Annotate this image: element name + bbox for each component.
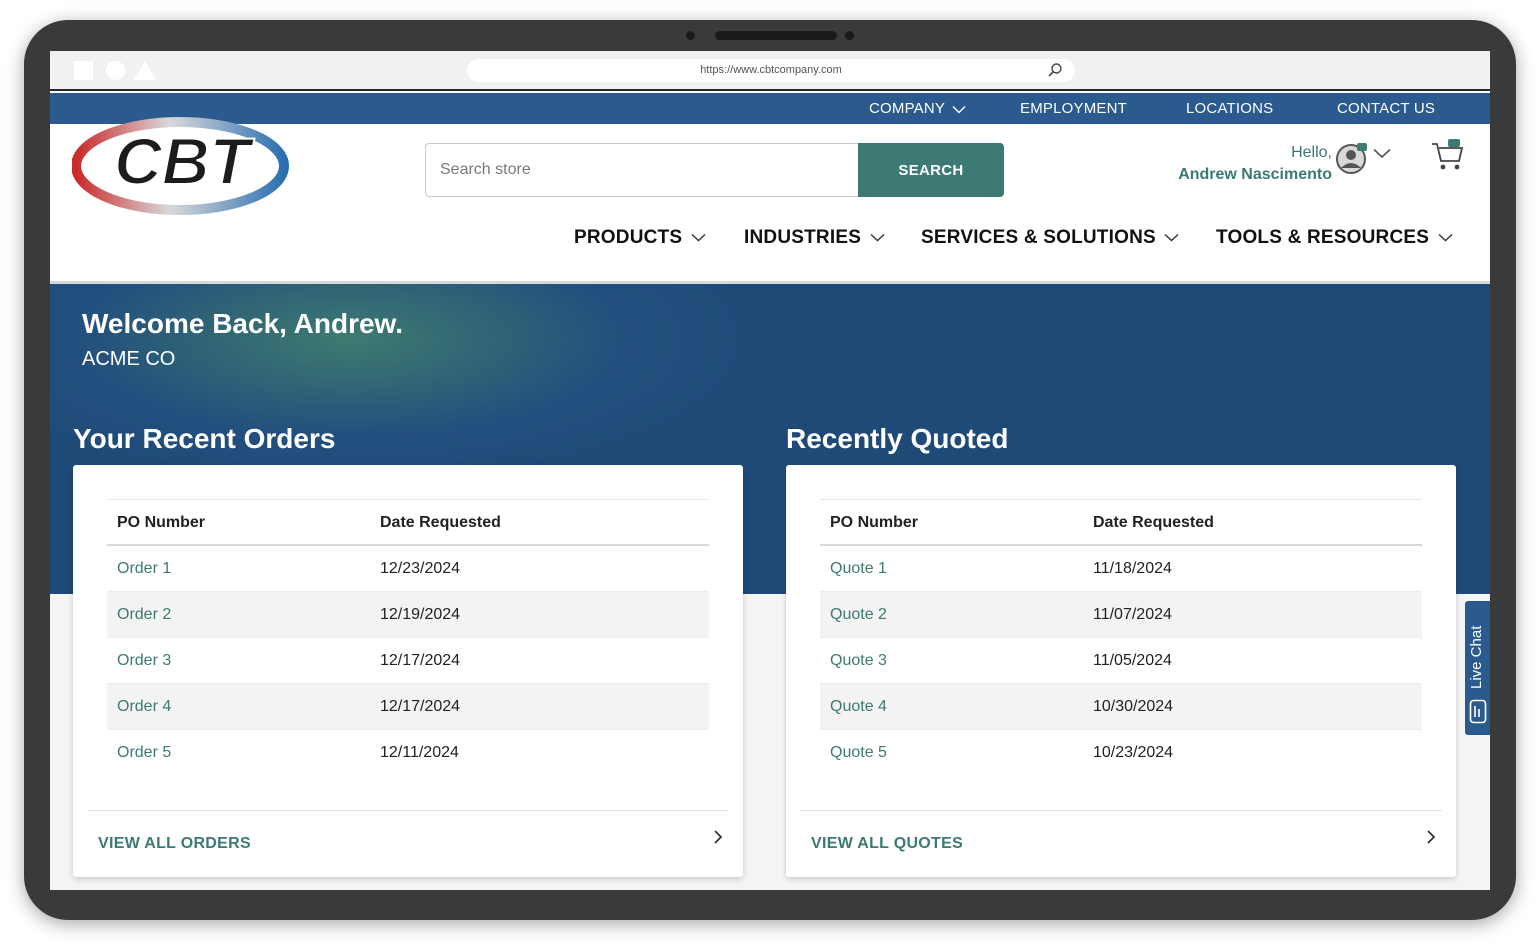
top-nav-company[interactable]: COMPANY [869, 93, 966, 124]
top-nav-contact[interactable]: CONTACT US [1337, 93, 1435, 124]
nav-products[interactable]: PRODUCTS [574, 227, 706, 257]
chevron-down-icon [691, 234, 706, 242]
divider [87, 810, 729, 811]
quote-link[interactable]: Quote 3 [830, 638, 887, 684]
quote-link[interactable]: Quote 1 [830, 546, 887, 592]
camera-dot-left [686, 31, 695, 40]
table-row: Quote 3 11/05/2024 [820, 638, 1422, 684]
account-greeting[interactable]: Hello, Andrew Nascimento [1178, 142, 1332, 186]
triangle-icon[interactable] [134, 61, 156, 80]
chat-icon [1469, 699, 1487, 724]
nav-services-label: SERVICES & SOLUTIONS [921, 227, 1156, 248]
table-row: Quote 5 10/23/2024 [820, 730, 1422, 776]
top-nav-employment[interactable]: EMPLOYMENT [1020, 93, 1127, 124]
table-row: Order 3 12/17/2024 [107, 638, 709, 684]
screen: https://www.cbtcompany.com COMPANY EMPLO… [50, 51, 1490, 890]
quote-date: 10/23/2024 [1093, 744, 1174, 761]
quote-date: 11/05/2024 [1093, 652, 1172, 669]
circle-icon[interactable] [106, 61, 125, 80]
order-date: 12/17/2024 [380, 652, 461, 669]
search-icon[interactable] [1047, 62, 1063, 78]
table-header: PO Number Date Requested [107, 500, 709, 546]
quote-link[interactable]: Quote 4 [830, 684, 887, 730]
divider [800, 810, 1442, 811]
quote-link[interactable]: Quote 2 [830, 592, 887, 638]
recently-quoted-card: PO Number Date Requested Quote 1 11/18/2… [786, 465, 1456, 877]
cbt-logo[interactable]: CBT [72, 112, 290, 218]
live-chat-label: Live Chat [1468, 625, 1485, 689]
table-row: Order 4 12/17/2024 [107, 684, 709, 730]
search-button[interactable]: SEARCH [858, 143, 1004, 197]
top-nav-company-label: COMPANY [869, 100, 945, 117]
chevron-down-icon [1438, 234, 1453, 242]
column-header-po: PO Number [830, 514, 919, 531]
top-nav-locations[interactable]: LOCATIONS [1186, 93, 1273, 124]
order-date: 12/23/2024 [380, 560, 461, 577]
recent-orders-card: PO Number Date Requested Order 1 12/23/2… [73, 465, 743, 877]
order-link[interactable]: Order 2 [117, 592, 171, 638]
account-name: Andrew Nascimento [1178, 166, 1332, 183]
company-name: ACME CO [82, 348, 176, 370]
order-link[interactable]: Order 5 [117, 730, 171, 776]
order-date: 12/11/2024 [380, 744, 459, 761]
quote-date: 11/18/2024 [1093, 560, 1172, 577]
table-row: Order 5 12/11/2024 [107, 730, 709, 776]
chevron-down-icon [952, 105, 966, 114]
user-avatar-icon[interactable] [1335, 141, 1369, 175]
column-header-date: Date Requested [1093, 514, 1214, 531]
nav-industries[interactable]: INDUSTRIES [744, 227, 885, 257]
nav-industries-label: INDUSTRIES [744, 227, 862, 248]
quote-date: 11/07/2024 [1093, 606, 1172, 623]
orders-table: PO Number Date Requested Order 1 12/23/2… [107, 499, 709, 776]
order-link[interactable]: Order 3 [117, 638, 171, 684]
quotes-table: PO Number Date Requested Quote 1 11/18/2… [820, 499, 1422, 776]
chevron-down-icon[interactable] [1373, 148, 1391, 159]
chevron-right-icon[interactable] [1426, 829, 1436, 845]
view-all-orders-link[interactable]: VIEW ALL ORDERS [98, 835, 251, 853]
chevron-right-icon[interactable] [713, 829, 723, 845]
camera-dot-right [845, 31, 854, 40]
nav-tools[interactable]: TOOLS & RESOURCES [1216, 227, 1453, 257]
table-row: Quote 1 11/18/2024 [820, 546, 1422, 592]
greeting-text: Hello, [1291, 144, 1332, 161]
table-row: Order 1 12/23/2024 [107, 546, 709, 592]
order-date: 12/19/2024 [380, 606, 461, 623]
site-header: CBT SEARCH Hello, Andrew Nascimento PROD… [50, 117, 1490, 284]
column-header-po: PO Number [117, 514, 206, 531]
table-row: Quote 2 11/07/2024 [820, 592, 1422, 638]
recently-quoted-title: Recently Quoted [786, 423, 1009, 454]
order-date: 12/17/2024 [380, 698, 461, 715]
browser-toolbar: https://www.cbtcompany.com [50, 51, 1490, 91]
chevron-down-icon [870, 234, 885, 242]
view-all-quotes-link[interactable]: VIEW ALL QUOTES [811, 835, 963, 853]
quote-date: 10/30/2024 [1093, 698, 1174, 715]
order-link[interactable]: Order 1 [117, 546, 171, 592]
logo-text: CBT [114, 124, 254, 198]
column-header-date: Date Requested [380, 514, 501, 531]
chevron-down-icon [1164, 234, 1179, 242]
recent-orders-title: Your Recent Orders [73, 423, 336, 454]
address-bar-url: https://www.cbtcompany.com [700, 64, 842, 76]
square-icon[interactable] [74, 61, 93, 80]
search-input[interactable] [425, 143, 859, 197]
nav-products-label: PRODUCTS [574, 227, 683, 248]
welcome-heading: Welcome Back, Andrew. [82, 308, 404, 339]
speaker-bar [715, 31, 837, 40]
nav-tools-label: TOOLS & RESOURCES [1216, 227, 1430, 248]
order-link[interactable]: Order 4 [117, 684, 171, 730]
table-row: Quote 4 10/30/2024 [820, 684, 1422, 730]
nav-services[interactable]: SERVICES & SOLUTIONS [921, 227, 1179, 257]
address-bar[interactable]: https://www.cbtcompany.com [467, 59, 1075, 82]
table-header: PO Number Date Requested [820, 500, 1422, 546]
quote-link[interactable]: Quote 5 [830, 730, 887, 776]
table-row: Order 2 12/19/2024 [107, 592, 709, 638]
cart-icon[interactable] [1431, 138, 1465, 172]
live-chat-tab[interactable]: Live Chat [1465, 601, 1490, 735]
